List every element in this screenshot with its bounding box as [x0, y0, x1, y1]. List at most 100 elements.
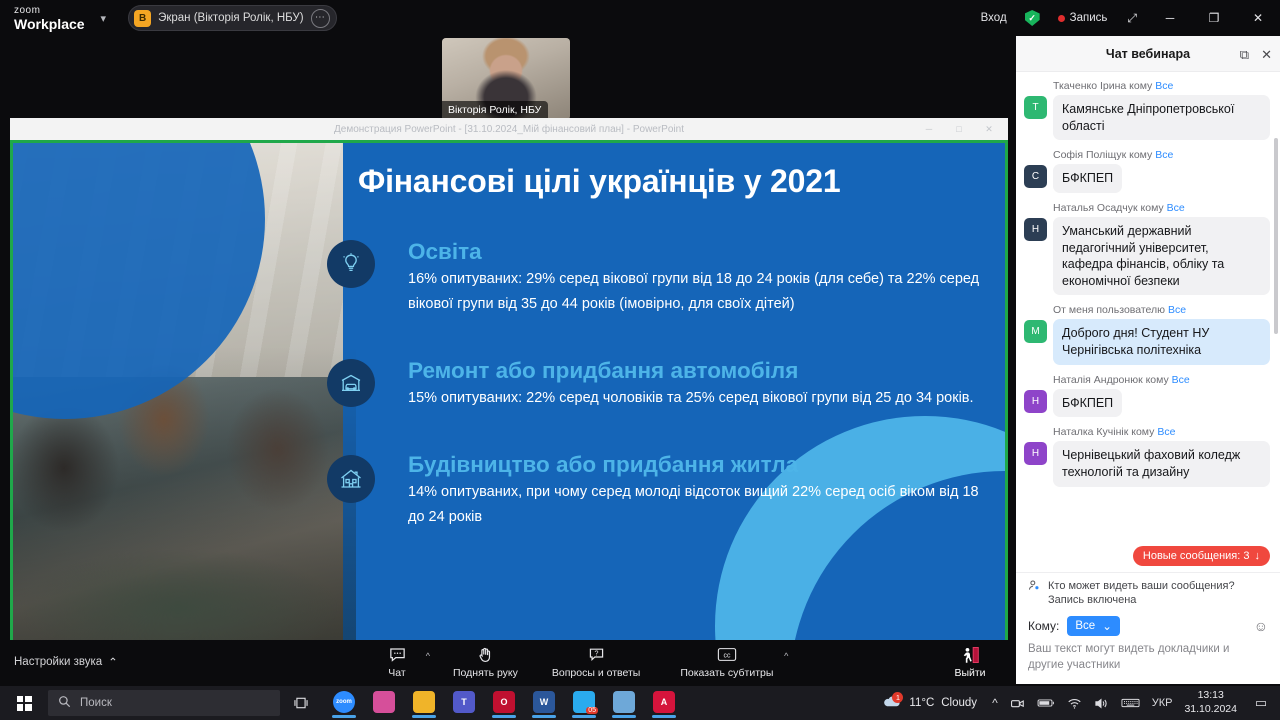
close-button[interactable]: ✕	[1236, 0, 1280, 36]
chat-message-sender: Наталія Андронюк кому	[1053, 373, 1172, 386]
app-open-indicator	[532, 715, 556, 718]
meeting-stage: Вікторія Ролік, НБУ Демонстрация PowerPo…	[0, 36, 1016, 684]
svg-text:?: ?	[594, 649, 598, 657]
language-indicator[interactable]: УКР	[1146, 697, 1179, 709]
task-view-button[interactable]	[280, 686, 322, 720]
chat-header-buttons: ⧉ ✕	[1240, 36, 1272, 72]
ppt-maximize-button[interactable]: □	[944, 118, 974, 140]
info-icon	[1028, 579, 1041, 596]
chat-message-bubble[interactable]: Доброго дня! Студент НУ Чернігівська пол…	[1053, 319, 1270, 365]
raise-hand-icon	[476, 645, 495, 664]
app-glyph: O	[493, 691, 515, 713]
app-glyph: A	[653, 691, 675, 713]
file-explorer-icon[interactable]	[404, 686, 444, 720]
chat-recipient-dropdown[interactable]: Все ⌄	[1067, 616, 1120, 637]
titlebar-right-group: Вход ✓ Запись ⤢ ─ ❐ ✕	[972, 0, 1280, 36]
cc-chevron-up-icon[interactable]: ^	[784, 651, 788, 661]
chat-message-recipient: Все	[1155, 149, 1174, 162]
chat-message-list[interactable]: Т Ткаченко Ірина кому Все Камянське Дніпро…	[1016, 72, 1280, 572]
slide-block-3-heading: Будівництво або придбання житла	[408, 452, 799, 477]
avatar: М	[1024, 320, 1047, 344]
weather-temperature: 11°C	[909, 697, 935, 709]
chat-scrollbar[interactable]	[1274, 138, 1278, 334]
slide-block-1-body: 16% опитуваних: 29% серед вікової групи …	[408, 270, 980, 312]
teams-app-icon[interactable]: T	[444, 686, 484, 720]
chat-message-bubble[interactable]: БФКПЕП	[1053, 388, 1123, 418]
weather-widget[interactable]: 1 11°C Cloudy	[873, 692, 986, 712]
notification-center-icon[interactable]: ▭	[1246, 695, 1276, 711]
camera-icon[interactable]	[1004, 697, 1031, 710]
arrow-down-icon: ↓	[1254, 549, 1261, 562]
calculator-app-icon[interactable]	[604, 686, 644, 720]
maximize-button[interactable]: ❐	[1192, 0, 1236, 36]
encryption-shield-button[interactable]: ✓	[1016, 0, 1049, 36]
popout-chat-icon[interactable]: ⧉	[1240, 48, 1249, 61]
self-video-thumbnail[interactable]: Вікторія Ролік, НБУ	[442, 38, 570, 120]
recording-indicator[interactable]: Запись	[1049, 0, 1117, 36]
chat-chevron-up-icon[interactable]: ^	[426, 651, 430, 661]
chat-message-body: Ткаченко Ірина кому Все Камянське Дніпроп…	[1053, 80, 1270, 141]
keyboard-icon[interactable]	[1115, 697, 1146, 709]
chat-message-sender: От меня пользователю	[1053, 304, 1168, 317]
abbyy-app-icon[interactable]: A	[644, 686, 684, 720]
start-button[interactable]	[0, 686, 48, 720]
sign-in-button[interactable]: Вход	[972, 0, 1016, 36]
word-app-icon[interactable]: W	[524, 686, 564, 720]
zoom-app-icon[interactable]: zoom	[324, 686, 364, 720]
house-icon	[327, 455, 375, 503]
chevron-down-icon[interactable]: ▾	[101, 12, 107, 25]
telegram-app-icon[interactable]: 05	[564, 686, 604, 720]
svg-text:cc: cc	[723, 652, 730, 659]
chat-button[interactable]: Чат ^	[368, 640, 430, 684]
new-messages-badge[interactable]: Новые сообщения: 3 ↓	[1132, 545, 1270, 566]
avatar: Т	[1024, 96, 1047, 119]
search-icon	[58, 695, 71, 711]
chat-message-bubble[interactable]: Уманський державний педагогічний універс…	[1053, 216, 1270, 296]
ppt-close-button[interactable]: ✕	[974, 118, 1004, 140]
app-open-indicator	[572, 715, 596, 718]
emoji-picker-icon[interactable]: ☺	[1254, 618, 1268, 634]
minimize-button[interactable]: ─	[1148, 0, 1192, 36]
taskbar-clock[interactable]: 13:13 31.10.2024	[1178, 689, 1246, 717]
more-options-icon[interactable]: ⋯	[310, 8, 330, 28]
avatar: Н	[1024, 442, 1047, 466]
toolbar-center-group: Чат ^ Поднять руку ? Вопросы и ответы cc…	[368, 640, 788, 684]
chevron-up-icon[interactable]: ⌃	[108, 655, 118, 669]
slide-block-2-heading: Ремонт або придбання автомобіля	[408, 358, 799, 383]
chat-message-bubble[interactable]: Чернівецький фаховий коледж технологій т…	[1053, 441, 1270, 487]
chat-privacy-notice[interactable]: Кто может видеть ваши сообщения? Запись …	[1016, 571, 1280, 613]
powerpoint-window-buttons: ─ □ ✕	[914, 118, 1004, 140]
qa-button[interactable]: ? Вопросы и ответы	[543, 640, 649, 684]
chat-message-bubble[interactable]: БФКПЕП	[1053, 164, 1123, 193]
opera-app-icon[interactable]: O	[484, 686, 524, 720]
cloud-icon: 1	[882, 692, 904, 712]
chat-message-bubble[interactable]: Камянське Дніпропетровської області	[1053, 95, 1270, 141]
slide-block-2-body: 15% опитуваних: 22% серед чоловіків та 2…	[408, 389, 974, 406]
close-chat-icon[interactable]: ✕	[1261, 48, 1272, 61]
chevron-up-icon[interactable]: ^	[986, 696, 1004, 710]
chat-message-sender: Наталка Кучінік кому	[1053, 426, 1158, 439]
zoom-logo: zoom Workplace	[14, 5, 85, 31]
ppt-minimize-button[interactable]: ─	[914, 118, 944, 140]
battery-icon[interactable]	[1031, 697, 1061, 709]
screen-share-indicator[interactable]: В Экран (Вікторія Ролік, НБУ) ⋯	[128, 5, 337, 31]
chat-message-recipient: Все	[1157, 426, 1176, 439]
taskbar-search-box[interactable]: Поиск	[48, 690, 280, 716]
chevron-down-icon: ⌄	[1102, 621, 1112, 634]
chat-message-body: Наталка Кучінік кому Все Чернівецький фах…	[1053, 426, 1270, 487]
presentation-slide: Фінансові цілі українців у 2021 Освіта 1…	[13, 143, 1005, 651]
volume-icon[interactable]	[1088, 697, 1115, 710]
chat-recipient-row: Кому: Все ⌄ ☺	[1016, 612, 1280, 638]
audio-settings-button[interactable]: Настройки звука ⌃	[14, 655, 118, 669]
closed-captions-button[interactable]: cc Показать субтитры ^	[671, 640, 788, 684]
copilot-app-icon[interactable]	[364, 686, 404, 720]
slide-block-3: Будівництво або придбання житла 14% опит…	[408, 452, 988, 530]
chat-panel-header: Чат вебинара ⧉ ✕	[1016, 36, 1280, 72]
app-open-indicator	[492, 715, 516, 718]
app-glyph	[413, 691, 435, 713]
leave-meeting-button[interactable]: Выйти	[944, 640, 996, 684]
raise-hand-button[interactable]: Поднять руку	[444, 640, 527, 684]
chat-message-input[interactable]: Ваш текст могут видеть докладчики и друг…	[1016, 638, 1280, 684]
wifi-icon[interactable]	[1061, 697, 1088, 710]
fullscreen-icon[interactable]: ⤢	[1116, 11, 1148, 26]
